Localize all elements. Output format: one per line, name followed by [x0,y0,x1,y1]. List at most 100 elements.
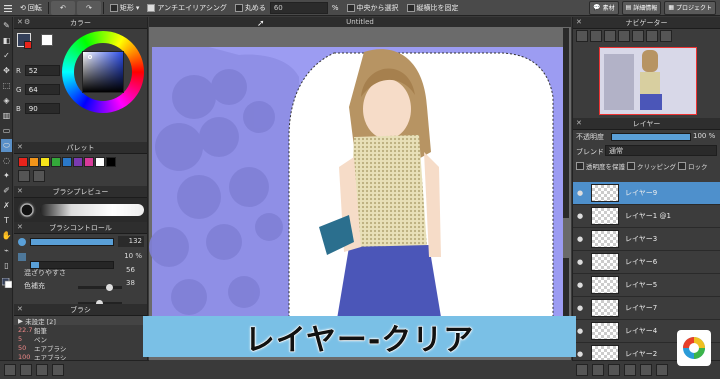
folder-icon[interactable] [36,363,48,376]
move-tool-icon[interactable]: ✥ [1,64,12,77]
close-icon[interactable]: ✕ [576,119,582,127]
close-icon[interactable]: ✕ [17,305,23,313]
palette-swatch[interactable] [51,157,61,167]
center-select-toggle[interactable]: 中央から選択 [343,1,403,15]
detail-button[interactable]: ▤ 詳細情報 [621,0,662,15]
wand-tool-icon[interactable]: ✦ [1,169,12,182]
r-input[interactable]: 52 [24,65,60,76]
round-input[interactable]: 60 [269,1,328,14]
rotate-button[interactable]: ⟲ 回転 [16,1,46,15]
shape-select[interactable]: 矩形 ▾ [106,1,144,15]
select-eraser-icon[interactable]: ✗ [1,199,12,212]
eye-icon[interactable]: ● [573,281,587,289]
eye-icon[interactable]: ● [573,189,587,197]
select-tool-icon[interactable]: ⬭ [1,139,12,152]
new-layer-icon[interactable] [576,363,588,376]
canvas-vertical-scrollbar[interactable] [563,28,569,348]
close-icon[interactable]: ✕ [17,143,23,151]
b-input[interactable]: 90 [24,103,60,114]
size-slider[interactable] [30,238,114,246]
check-tool-icon[interactable]: ✓ [1,49,12,62]
lock-checkbox[interactable] [678,162,686,170]
layer-flags: 透明度を保護 クリッピング ロック [576,161,708,171]
layer-row[interactable]: ● レイヤー1 @1 [573,205,720,228]
shape-tool-icon[interactable]: ▭ [1,124,12,137]
palette-swatch[interactable] [18,157,28,167]
canvas-area[interactable] [149,17,571,360]
copy-brush-icon[interactable] [20,363,32,376]
camera-icon[interactable] [640,363,652,376]
palette-swatch[interactable] [95,157,105,167]
palette-swatch[interactable] [106,157,116,167]
undo-button[interactable]: ↶ [50,0,75,15]
close-icon[interactable]: ✕ [17,18,23,26]
fix-ratio-toggle[interactable]: 縦横比を固定 [403,1,463,15]
zoom-out-icon[interactable] [618,30,630,42]
lasso-tool-icon[interactable]: ◌ [1,154,12,167]
eye-icon[interactable]: ● [573,235,587,243]
brush-tool-icon[interactable]: ✎ [1,19,12,32]
zoom-in-icon[interactable] [576,30,588,42]
palette-swatch[interactable] [73,157,83,167]
close-icon[interactable]: ✕ [576,18,582,26]
zoom-actual-icon[interactable] [604,30,616,42]
size-value[interactable]: 132 [118,236,144,247]
layer-opacity-slider[interactable] [611,133,691,141]
navigator-header: ✕ ナビゲーター [573,17,720,29]
transparent-color-swatch[interactable] [41,34,53,46]
delete-swatch-icon[interactable] [33,170,45,182]
zoom-fit-icon[interactable] [590,30,602,42]
trash-icon[interactable] [656,363,668,376]
gear-icon[interactable]: ⚙ [24,18,30,26]
fill-tool-icon[interactable]: ◈ [1,94,12,107]
select-pen-icon[interactable]: ✐ [1,184,12,197]
ruler-tool-icon[interactable]: ▯ [1,259,12,272]
eye-icon[interactable]: ● [573,304,587,312]
new-swatch-icon[interactable] [18,170,30,182]
canvas-artwork[interactable] [149,17,571,360]
close-icon[interactable]: ✕ [17,223,23,231]
transform-tool-icon[interactable]: ⬚ [1,79,12,92]
project-button[interactable]: ▦ プロジェクト [664,0,716,15]
antialias-toggle[interactable]: アンチエイリアシング [143,1,230,15]
flip-icon[interactable] [660,30,672,42]
layer-row[interactable]: ● レイヤー7 [573,297,720,320]
protect-checkbox[interactable] [576,162,584,170]
layer-row[interactable]: ● レイヤー9 [573,182,720,205]
merge-layer-icon[interactable] [624,363,636,376]
layer-thumbnail [591,276,619,294]
rotate-left-icon[interactable] [632,30,644,42]
round-toggle[interactable]: 丸める [231,1,270,15]
redo-button[interactable]: ↷ [76,0,101,15]
new-brush-icon[interactable] [4,363,16,376]
clipping-checkbox[interactable] [627,162,635,170]
eye-icon[interactable]: ● [573,212,587,220]
layer-row[interactable]: ● レイヤー6 [573,251,720,274]
palette-swatch[interactable] [40,157,50,167]
palette-swatch[interactable] [84,157,94,167]
rotate-right-icon[interactable] [646,30,658,42]
palette-swatch[interactable] [62,157,72,167]
palette-swatch[interactable] [29,157,39,167]
layer-blend-select[interactable]: 通常 [605,145,717,156]
blend-slider[interactable] [78,284,122,291]
secondary-color-swatch[interactable] [24,41,32,49]
eyedropper-tool-icon[interactable]: ⌁ [1,244,12,257]
close-icon[interactable]: ✕ [17,187,23,195]
eye-icon[interactable]: ● [573,258,587,266]
eraser-tool-icon[interactable]: ◧ [1,34,12,47]
color-chips-icon[interactable] [1,274,12,292]
g-input[interactable]: 64 [24,84,60,95]
menu-button[interactable] [0,1,16,15]
duplicate-layer-icon[interactable] [608,363,620,376]
trash-icon[interactable] [52,363,64,376]
text-tool-icon[interactable]: T [1,214,12,227]
navigator-preview[interactable] [573,43,720,118]
new-folder-icon[interactable] [592,363,604,376]
gradient-tool-icon[interactable]: ▥ [1,109,12,122]
hand-tool-icon[interactable]: ✋ [1,229,12,242]
material-button[interactable]: 💬 素材 [589,0,619,15]
brush-tip-preview [18,201,36,219]
layer-row[interactable]: ● レイヤー3 [573,228,720,251]
layer-row[interactable]: ● レイヤー5 [573,274,720,297]
